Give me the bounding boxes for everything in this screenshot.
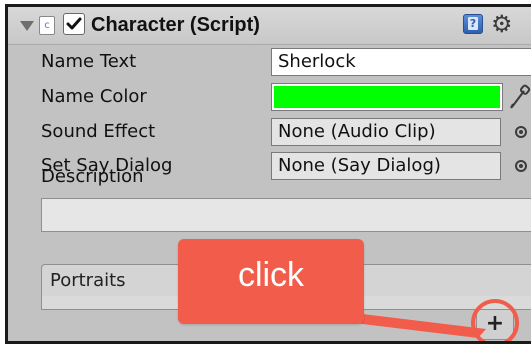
callout-text: click [237, 256, 305, 294]
click-callout: click [178, 239, 364, 324]
inspector-panel: c Character (Script) ? ⚙ Name Text Sherl… [5, 4, 531, 344]
highlight-circle [471, 299, 519, 341]
